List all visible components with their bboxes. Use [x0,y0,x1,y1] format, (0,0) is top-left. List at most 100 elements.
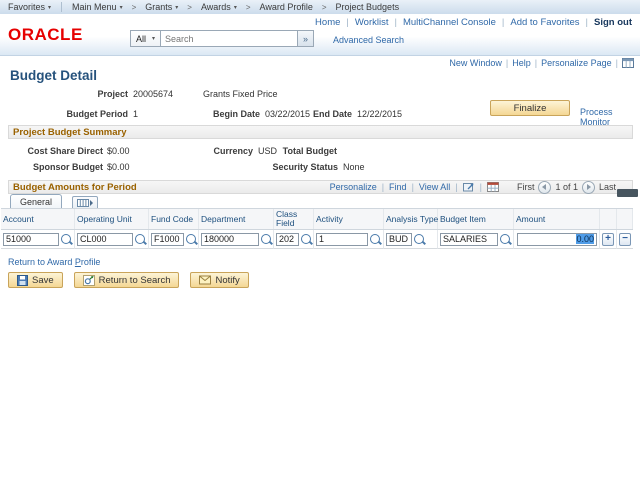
col-amount: Amount [516,213,546,224]
save-button-label: Save [32,274,54,286]
search-input[interactable] [161,30,299,47]
home-link[interactable]: Home [315,17,340,28]
notify-button[interactable]: Notify [190,272,249,288]
amount-input[interactable]: 0.00 [517,232,597,246]
breadcrumb-item-award-profile[interactable]: Award Profile [252,2,321,12]
end-date-label: End Date [312,109,352,119]
return-to-search-button[interactable]: Return to Search [73,272,180,288]
prev-page-icon[interactable] [538,180,552,194]
tab-general[interactable]: General [10,194,63,209]
chevron-down-icon: ▾ [48,4,52,11]
finalize-button[interactable]: Finalize [490,100,570,116]
col-fund-code: Fund Code [151,213,194,224]
class-field-lookup-icon[interactable] [301,234,311,244]
breadcrumb-item-awards[interactable]: Awards ▾ [193,2,245,12]
sponsor-budget-value: $0.00 [107,162,130,172]
download-grid-icon[interactable] [486,182,499,192]
breadcrumb-separator: > [187,2,192,12]
department-lookup-icon[interactable] [261,234,271,244]
personalize-link[interactable]: Personalize [330,182,377,192]
currency-label: Currency [213,146,253,156]
divider: | [534,57,538,68]
main-menu-label: Main Menu [72,2,117,12]
budget-detail-page: Favorites ▾ Main Menu ▾ > Grants ▾ > Awa… [0,0,640,480]
worklist-link[interactable]: Worklist [355,17,389,28]
col-add [600,209,617,229]
security-status-value: None [343,162,365,172]
page-grid-icon[interactable] [622,57,634,68]
activity-input[interactable] [316,232,368,246]
col-budget-item: Budget Item [440,213,486,224]
process-monitor-link[interactable]: Process Monitor [580,107,640,127]
search-scope-value: All [136,33,147,44]
breadcrumb-item-project-budgets[interactable]: Project Budgets [328,2,408,12]
divider: | [585,17,588,28]
begin-date-label: Begin Date [212,109,260,119]
notify-icon [199,275,212,285]
advanced-search-link[interactable]: Advanced Search [333,35,404,45]
breadcrumb-label: Award Profile [259,2,313,12]
project-label: Project [97,89,128,99]
add-to-favorites-link[interactable]: Add to Favorites [510,17,579,28]
page-title: Budget Detail [10,68,98,83]
chevron-down-icon: ▾ [119,4,123,11]
return-to-award-profile-link[interactable]: Return to Award Profile [8,257,100,267]
budget-item-lookup-icon[interactable] [500,234,510,244]
class-field-input[interactable] [276,232,299,246]
department-input[interactable] [201,232,259,246]
personalize-page-link[interactable]: Personalize Page [541,58,612,68]
fund-code-lookup-icon[interactable] [186,234,196,244]
masthead: Home | Worklist | MultiChannel Console |… [0,14,640,56]
breadcrumb-item-grants[interactable]: Grants ▾ [137,2,186,12]
fund-code-input[interactable] [151,232,184,246]
col-operating-unit: Operating Unit [77,213,132,224]
page-indicator: 1 of 1 [555,182,578,192]
first-label[interactable]: First [517,182,535,192]
favorites-menu[interactable]: Favorites ▾ [0,2,59,12]
operating-unit-lookup-icon[interactable] [135,234,145,244]
multichannel-console-link[interactable]: MultiChannel Console [403,17,496,28]
save-button[interactable]: Save [8,272,63,288]
delete-row-button[interactable]: − [619,232,631,246]
new-window-link[interactable]: New Window [449,58,502,68]
tab-label: General [20,197,53,207]
activity-lookup-icon[interactable] [370,234,380,244]
divider: | [479,182,482,192]
main-menu[interactable]: Main Menu ▾ [64,2,131,12]
popup-window-icon[interactable] [462,182,475,192]
search-go-icon[interactable]: » [298,30,315,47]
sponsor-budget-label: Sponsor Budget [33,162,103,172]
view-all-link[interactable]: View All [419,182,450,192]
chevron-down-icon: ▾ [233,4,237,11]
project-budget-summary-section: Project Budget Summary [8,125,633,139]
find-link[interactable]: Find [389,182,407,192]
last-label[interactable]: Last [599,182,616,192]
budget-period-value: 1 [133,109,139,119]
next-page-icon[interactable] [581,180,595,194]
budget-period-label: Budget Period [66,109,128,119]
action-buttons: Save Return to Search Notify [8,272,249,288]
cost-share-direct-value: $0.00 [107,146,130,156]
project-id: 20005674 [133,89,174,99]
col-activity: Activity [316,213,343,224]
save-icon [17,274,28,286]
section-title: Project Budget Summary [13,126,127,138]
cost-share-direct-label: Cost Share Direct [27,146,103,156]
operating-unit-input[interactable] [77,232,133,246]
chevron-down-icon: ▾ [152,36,156,42]
oracle-logo: ORACLE [8,25,83,44]
help-link[interactable]: Help [512,58,531,68]
utility-nav: Home | Worklist | MultiChannel Console |… [315,17,632,28]
analysis-type-lookup-icon[interactable] [414,234,424,244]
budget-amounts-section: Budget Amounts for Period Personalize | … [8,180,633,194]
scrollbar-thumb[interactable] [617,189,638,197]
account-lookup-icon[interactable] [61,234,71,244]
amount-selected-text: 0.00 [576,234,594,244]
analysis-type-input[interactable] [386,232,412,246]
search-scope-select[interactable]: All ▾ [130,30,162,47]
sign-out-link[interactable]: Sign out [594,17,632,28]
grid-toolbar: Personalize | Find | View All | | First … [330,180,628,194]
add-row-button[interactable]: + [602,232,614,246]
account-input[interactable] [3,232,59,246]
budget-item-input[interactable] [440,232,498,246]
